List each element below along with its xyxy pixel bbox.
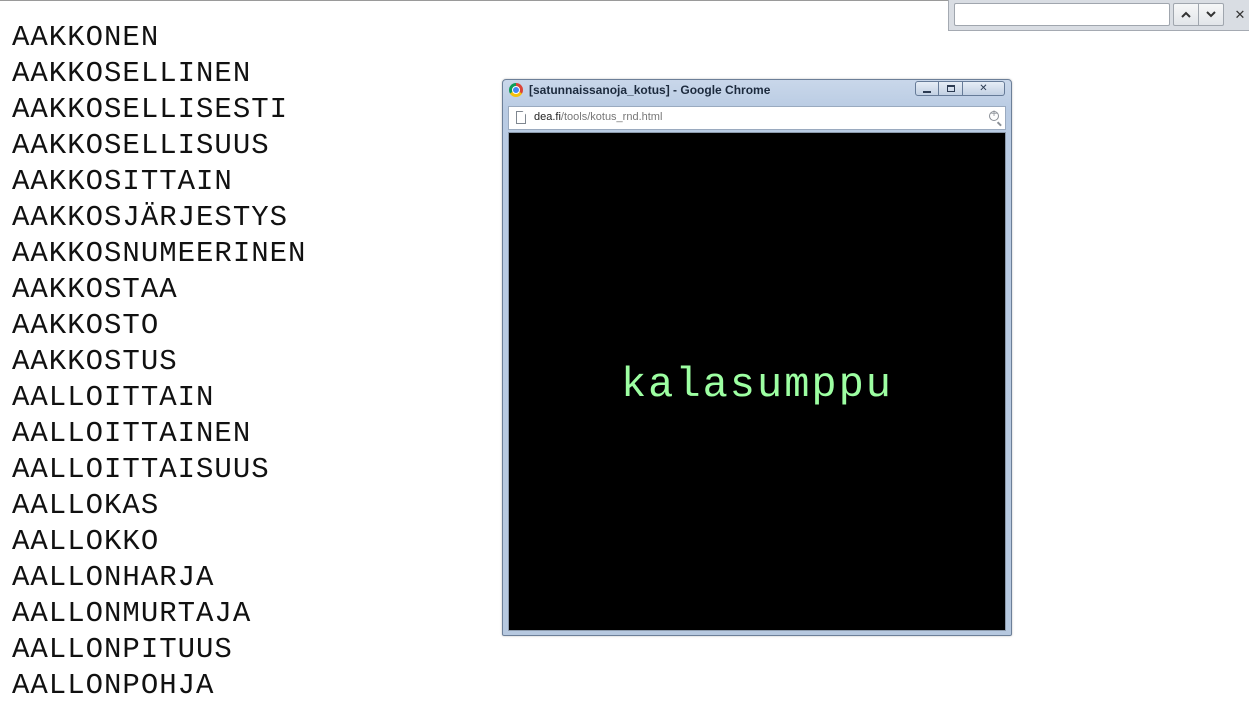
window-title: [satunnaissanoja_kotus] - Google Chrome [529, 83, 771, 97]
word-list-item: AAKKOSTO [12, 309, 160, 342]
url-path: /tools/kotus_rnd.html [560, 111, 663, 123]
random-word: kalasumppu [620, 361, 894, 409]
minimize-button[interactable] [915, 81, 939, 96]
word-list-item: AAKKOSELLISUUS [12, 129, 270, 162]
chevron-up-icon [1181, 11, 1191, 18]
word-list-item: AALLONPITUUS [12, 633, 233, 666]
maximize-button[interactable] [939, 81, 963, 96]
address-bar[interactable]: dea.fi/tools/kotus_rnd.html [508, 106, 1006, 130]
maximize-icon [946, 85, 955, 92]
word-list-item: AAKKOSNUMEERINEN [12, 237, 307, 270]
word-list-item: AALLOITTAIN [12, 381, 215, 414]
word-list-item: AAKKONEN [12, 21, 160, 54]
word-list-item: AALLOITTAINEN [12, 417, 252, 450]
page-icon [516, 111, 526, 124]
page-viewport: kalasumppu [508, 132, 1006, 631]
close-icon: ✕ [979, 83, 988, 94]
word-list-item: AALLOKAS [12, 489, 160, 522]
word-list-item: AALLONMURTAJA [12, 597, 252, 630]
word-list-item: AAKKOSITTAIN [12, 165, 233, 198]
find-bar: ✕ [948, 0, 1249, 31]
word-list-item: AALLONHARJA [12, 561, 215, 594]
word-list-item: AAKKOSJÄRJESTYS [12, 201, 289, 234]
close-window-button[interactable]: ✕ [963, 81, 1005, 96]
word-list-item: AAKKOSTUS [12, 345, 178, 378]
window-controls: ✕ [915, 81, 1005, 96]
find-next-button[interactable] [1198, 3, 1224, 26]
find-previous-button[interactable] [1173, 3, 1199, 26]
word-list-item: AAKKOSELLISESTI [12, 93, 289, 126]
title-bar[interactable]: [satunnaissanoja_kotus] - Google Chrome … [503, 80, 1011, 102]
chevron-down-icon [1206, 11, 1216, 18]
popup-window: [satunnaissanoja_kotus] - Google Chrome … [502, 79, 1012, 636]
minimize-icon [923, 90, 931, 93]
zoom-icon[interactable] [989, 109, 999, 121]
close-icon: ✕ [1234, 7, 1246, 23]
word-list-item: AAKKOSTAA [12, 273, 178, 306]
chrome-icon [509, 83, 523, 97]
find-input[interactable] [954, 3, 1170, 26]
word-list-item: AALLONPOHJA [12, 669, 215, 702]
url-host: dea.fi [534, 111, 561, 123]
find-close-button[interactable]: ✕ [1232, 6, 1248, 24]
word-list-item: AALLOKKO [12, 525, 160, 558]
word-list-item: AAKKOSELLINEN [12, 57, 252, 90]
word-list-item: AALLOITTAISUUS [12, 453, 270, 486]
word-list: AAKKONEN AAKKOSELLINEN AAKKOSELLISESTI AAKK… [12, 20, 306, 704]
url-text: dea.fi/tools/kotus_rnd.html [534, 111, 662, 123]
